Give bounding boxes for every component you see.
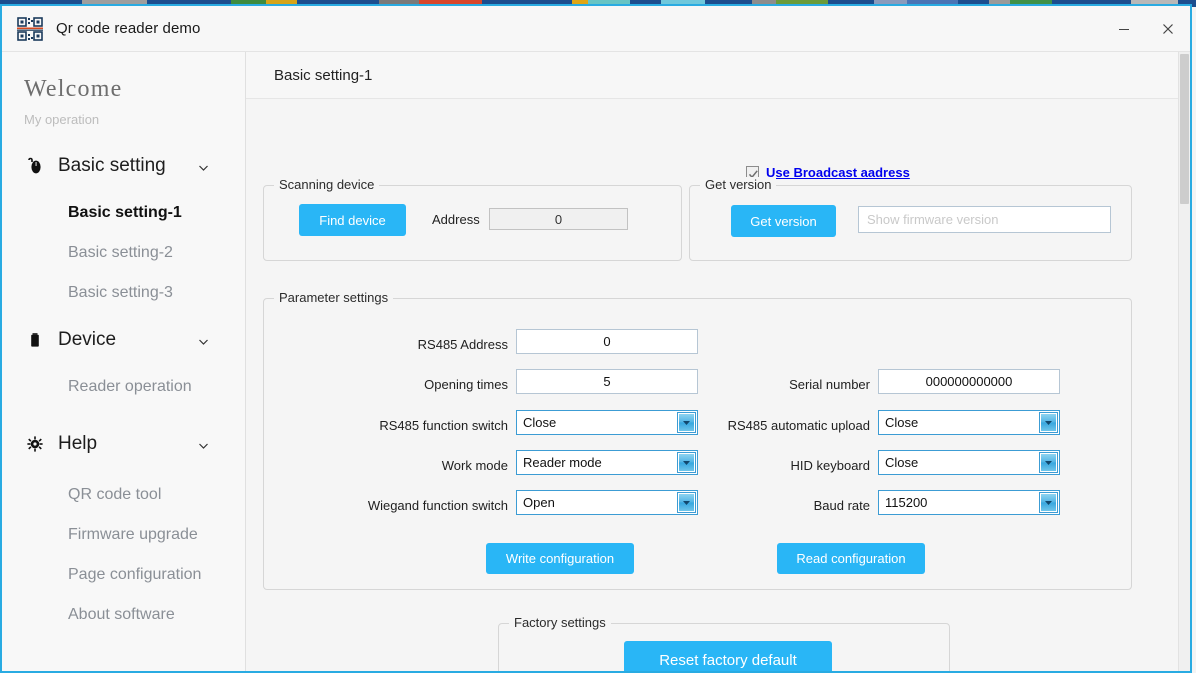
serial-number-input[interactable]: [878, 369, 1060, 394]
sidebar: Welcome My operation Basic setting Basic…: [2, 52, 246, 671]
sidebar-item-firmware-upgrade[interactable]: Firmware upgrade: [2, 515, 245, 555]
work-mode-combo[interactable]: Reader mode: [516, 450, 698, 475]
combo-value: 115200: [885, 495, 928, 510]
sidebar-item-basic-setting-1[interactable]: Basic setting-1: [2, 193, 245, 233]
page-header: Basic setting-1: [246, 52, 1190, 99]
sidebar-group-basic-setting[interactable]: Basic setting: [2, 145, 245, 187]
get-version-legend: Get version: [700, 177, 777, 192]
combo-value: Close: [885, 455, 919, 470]
sidebar-item-reader-operation[interactable]: Reader operation: [2, 367, 245, 407]
sidebar-group-label: Device: [58, 329, 117, 350]
title-bar: Qr code reader demo: [2, 6, 1190, 52]
content-pane: Basic setting-1 Use Broadcast aadress Sc…: [246, 52, 1190, 671]
firmware-version-input[interactable]: [858, 206, 1111, 233]
write-configuration-button[interactable]: Write configuration: [486, 543, 634, 574]
window-body: Welcome My operation Basic setting Basic…: [2, 52, 1190, 671]
opening-times-input[interactable]: [516, 369, 698, 394]
use-broadcast-address-label[interactable]: Use Broadcast aadress: [766, 165, 910, 180]
content-scrollbar[interactable]: [1178, 52, 1190, 671]
sidebar-item-basic-setting-2[interactable]: Basic setting-2: [2, 233, 245, 273]
combo-value: Reader mode: [523, 455, 602, 470]
close-button[interactable]: [1146, 6, 1190, 51]
chevron-down-icon: [198, 439, 209, 450]
rs485-address-input[interactable]: [516, 329, 698, 354]
find-device-button[interactable]: Find device: [299, 204, 406, 236]
qr-code-icon: [16, 15, 44, 42]
scrollbar-thumb[interactable]: [1180, 54, 1189, 204]
wiegand-function-switch-label: Wiegand function switch: [367, 498, 508, 513]
minimize-button[interactable]: [1102, 6, 1146, 51]
sidebar-item-basic-setting-3[interactable]: Basic setting-3: [2, 273, 245, 313]
sidebar-nav: Basic setting Basic setting-1 Basic sett…: [2, 145, 245, 635]
rs485-function-switch-label: RS485 function switch: [379, 418, 508, 433]
baud-rate-label: Baud rate: [813, 498, 870, 513]
rs485-address-label: RS485 Address: [417, 337, 508, 352]
sidebar-item-about-software[interactable]: About software: [2, 595, 245, 635]
mouse-icon: [22, 157, 48, 175]
sidebar-item-qr-code-tool[interactable]: QR code tool: [2, 475, 245, 515]
factory-settings-legend: Factory settings: [509, 615, 611, 630]
parameter-settings-legend: Parameter settings: [274, 290, 394, 305]
address-input[interactable]: [489, 208, 628, 230]
address-label: Address: [432, 212, 480, 227]
main-window: Qr code reader demo Welcome My operation: [0, 4, 1192, 673]
wiegand-function-switch-combo[interactable]: Open: [516, 490, 698, 515]
gear-icon: [22, 436, 48, 452]
sidebar-group-label: Basic setting: [58, 155, 166, 176]
chevron-down-icon: [198, 161, 209, 172]
combo-value: Open: [523, 495, 555, 510]
rs485-automatic-upload-combo[interactable]: Close: [878, 410, 1060, 435]
get-version-button[interactable]: Get version: [731, 205, 836, 237]
combo-value: Close: [885, 415, 919, 430]
sidebar-item-page-configuration[interactable]: Page configuration: [2, 555, 245, 595]
serial-number-label: Serial number: [789, 377, 870, 392]
get-version-group: Get version Get version: [689, 177, 1132, 261]
read-configuration-button[interactable]: Read configuration: [777, 543, 925, 574]
opening-times-label: Opening times: [424, 377, 508, 392]
sidebar-group-device[interactable]: Device: [2, 319, 245, 361]
rs485-automatic-upload-label: RS485 automatic upload: [727, 418, 870, 433]
sidebar-group-label: Help: [58, 433, 98, 454]
device-icon: [22, 331, 48, 349]
baud-rate-combo[interactable]: 115200: [878, 490, 1060, 515]
scanning-device-group: Scanning device Find device Address: [263, 177, 682, 261]
window-title: Qr code reader demo: [56, 20, 201, 37]
chevron-down-icon: [198, 335, 209, 346]
hid-keyboard-label: HID keyboard: [790, 458, 870, 473]
chevron-down-icon[interactable]: [1039, 452, 1058, 473]
window-controls: [1102, 6, 1190, 51]
rs485-function-switch-combo[interactable]: Close: [516, 410, 698, 435]
page-title: Basic setting-1: [274, 66, 373, 84]
sidebar-group-help[interactable]: Help: [2, 423, 245, 465]
sidebar-subtitle: My operation: [24, 112, 100, 127]
factory-settings-group: Factory settings Reset factory default: [498, 615, 950, 671]
work-mode-label: Work mode: [441, 458, 508, 473]
application-window: Qr code reader demo Welcome My operation: [0, 0, 1196, 673]
parameter-settings-group: Parameter settings RS485 Address Opening…: [263, 290, 1132, 590]
hid-keyboard-combo[interactable]: Close: [878, 450, 1060, 475]
scanning-device-legend: Scanning device: [274, 177, 380, 192]
combo-value: Close: [523, 415, 557, 430]
chevron-down-icon[interactable]: [1039, 492, 1058, 513]
chevron-down-icon[interactable]: [1039, 412, 1058, 433]
reset-factory-default-button[interactable]: Reset factory default: [624, 641, 832, 671]
sidebar-welcome: Welcome: [24, 76, 123, 102]
